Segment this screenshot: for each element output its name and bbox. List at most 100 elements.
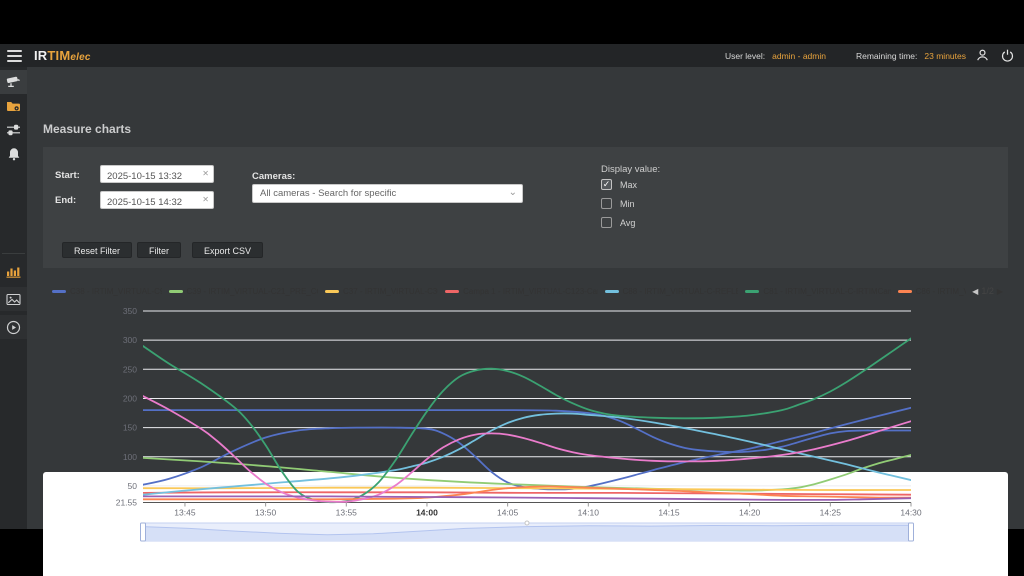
app-logo: IRTIMelec: [34, 48, 91, 63]
bar-chart-icon[interactable]: [0, 259, 27, 283]
chart-legend: C38 - IRTIM_VIRTUAL-C98.Max C39 - IRTIM_V…: [52, 286, 1003, 296]
filter-button[interactable]: Filter: [137, 242, 181, 258]
bell-icon[interactable]: [0, 142, 27, 166]
cameras-label: Cameras:: [252, 171, 296, 182]
checkbox-min[interactable]: Min: [601, 198, 635, 209]
x-axis-label: 14:25: [820, 508, 842, 518]
folder-settings-icon[interactable]: [0, 94, 27, 118]
user-level-label: User level:: [724, 50, 766, 61]
logo-part-1: IR: [34, 48, 48, 63]
end-label: End:: [55, 195, 77, 206]
display-value-label: Display value:: [601, 164, 661, 175]
x-axis-label: 14:30: [900, 508, 922, 518]
filter-panel: Start: ✕ End: ✕ Cameras: All cameras - S…: [43, 147, 1008, 268]
sidebar: [0, 67, 27, 529]
screen: IRTIMelec User level: admin - admin Rema…: [0, 0, 1024, 576]
measure-chart: 350 300 250 200 150 100 50 21.55 13:45 13:50 13:55…: [116, 306, 922, 542]
start-datetime-field[interactable]: ✕: [100, 165, 214, 185]
legend-marker: [897, 289, 912, 293]
user-level-value: admin - admin: [772, 50, 826, 61]
export-csv-button[interactable]: Export CSV: [192, 242, 264, 258]
datazoom-handle-left[interactable]: [140, 522, 146, 542]
checkbox-max[interactable]: ✓ Max: [601, 179, 637, 190]
y-axis-label: 150: [123, 423, 137, 433]
remaining-time-value: 23 minutes: [924, 50, 966, 61]
checkbox-label: Avg: [620, 217, 636, 228]
legend-marker: [745, 289, 760, 293]
y-axis-label: 50: [128, 481, 138, 491]
y-axis-label: 21.55: [116, 498, 138, 508]
x-axis-label: 14:00: [416, 508, 438, 518]
start-label: Start:: [55, 170, 80, 181]
checkbox-label: Max: [620, 179, 638, 190]
datazoom-handle-right[interactable]: [908, 522, 914, 542]
x-axis-label: 13:50: [255, 508, 277, 518]
legend-marker: [52, 289, 66, 293]
legend-item[interactable]: Campa 1 - IRTIM_VIRTUAL-C123-Camion.Max: [445, 286, 598, 296]
remaining-time-label: Remaining time:: [855, 50, 918, 61]
user-icon[interactable]: [973, 47, 991, 65]
end-datetime-field[interactable]: ✕: [100, 191, 214, 211]
app-window: IRTIMelec User level: admin - admin Rema…: [0, 44, 1024, 576]
image-icon[interactable]: [0, 287, 27, 311]
y-axis-label: 100: [123, 452, 137, 462]
x-axis-label: 13:45: [174, 508, 196, 518]
series-line-4: [143, 491, 911, 496]
sidebar-divider: [2, 253, 25, 254]
chart-card: C38 - IRTIM_VIRTUAL-C98.Max C39 - IRTIM_V…: [43, 280, 1008, 576]
legend-marker: [445, 289, 460, 293]
legend-item[interactable]: C88 - IRTIM_VIRTUAL-C-REFLEJO.Max: [604, 286, 739, 296]
legend-label: C38 - IRTIM_VIRTUAL-C98.Max: [70, 286, 162, 296]
legend-item[interactable]: C86 - IRTIM_VIRT: [897, 287, 966, 296]
hamburger-menu-icon[interactable]: [7, 49, 22, 62]
series-line-5: [143, 412, 911, 496]
cctv-camera-icon[interactable]: [0, 70, 27, 94]
camera-select-value: All cameras - Search for specific: [260, 188, 397, 199]
legend-prev-icon[interactable]: ◀: [972, 287, 978, 296]
legend-label: C39 - IRTIM_VIRTUAL-C21_PRE_COND.Max: [186, 286, 318, 296]
clear-end-icon[interactable]: ✕: [202, 195, 209, 204]
x-axis-label: 14:15: [658, 508, 680, 518]
x-axis-label: 14:05: [497, 508, 519, 518]
y-axis-label: 300: [123, 335, 137, 345]
logo-part-2: TIM: [47, 48, 71, 63]
start-datetime-input[interactable]: [101, 168, 213, 185]
legend-label: C81 - IRTIM_VIRTUAL-C-IRTIMCam-34.Max: [763, 286, 890, 296]
y-axis-label: 250: [123, 364, 137, 374]
legend-marker: [324, 289, 339, 293]
legend-marker: [168, 289, 183, 293]
x-axis-label: 14:20: [739, 508, 761, 518]
legend-label: Campa 1 - IRTIM_VIRTUAL-C123-Camion.Max: [463, 286, 598, 296]
checkbox-avg[interactable]: Avg: [601, 217, 635, 228]
sliders-icon[interactable]: [0, 118, 27, 142]
logo-part-3: elec: [70, 52, 91, 63]
checkbox-box-max[interactable]: ✓: [601, 179, 612, 190]
y-axis-label: 350: [123, 306, 137, 316]
page-title: Measure charts: [43, 122, 132, 136]
power-icon[interactable]: [998, 47, 1016, 65]
x-axis-label: 14:10: [578, 508, 600, 518]
camera-select[interactable]: All cameras - Search for specific ⌄: [252, 184, 523, 203]
legend-marker: [604, 289, 619, 293]
x-axis-label: 13:55: [336, 508, 358, 518]
clear-start-icon[interactable]: ✕: [202, 169, 209, 178]
checkbox-label: Min: [620, 198, 635, 209]
play-icon[interactable]: [0, 315, 27, 339]
legend-items: C38 - IRTIM_VIRTUAL-C98.Max C39 - IRTIM_V…: [52, 287, 966, 296]
legend-label: C88 - IRTIM_VIRTUAL-C-REFLEJO.Max: [622, 286, 739, 296]
legend-item[interactable]: C37 - IRTIM_VIRTUAL-C305.Max: [324, 286, 438, 296]
chevron-down-icon: ⌄: [508, 187, 517, 198]
legend-next-icon[interactable]: ▶: [997, 287, 1003, 296]
y-axis-label: 200: [123, 393, 137, 403]
top-bar: IRTIMelec User level: admin - admin Rema…: [0, 44, 1024, 67]
checkbox-box-min[interactable]: [601, 198, 612, 209]
legend-item[interactable]: C38 - IRTIM_VIRTUAL-C98.Max: [52, 287, 162, 296]
reset-filter-button[interactable]: Reset Filter: [62, 242, 133, 258]
end-datetime-input[interactable]: [101, 194, 213, 211]
checkbox-box-avg[interactable]: [601, 217, 612, 228]
legend-label: C37 - IRTIM_VIRTUAL-C305.Max: [342, 286, 438, 296]
legend-pager: ◀ 1/2 ▶: [972, 286, 1003, 296]
legend-item[interactable]: C39 - IRTIM_VIRTUAL-C21_PRE_COND.Max: [168, 286, 318, 296]
legend-item[interactable]: C81 - IRTIM_VIRTUAL-C-IRTIMCam-34.Max: [745, 286, 891, 296]
datazoom-center-handle[interactable]: [524, 520, 530, 526]
